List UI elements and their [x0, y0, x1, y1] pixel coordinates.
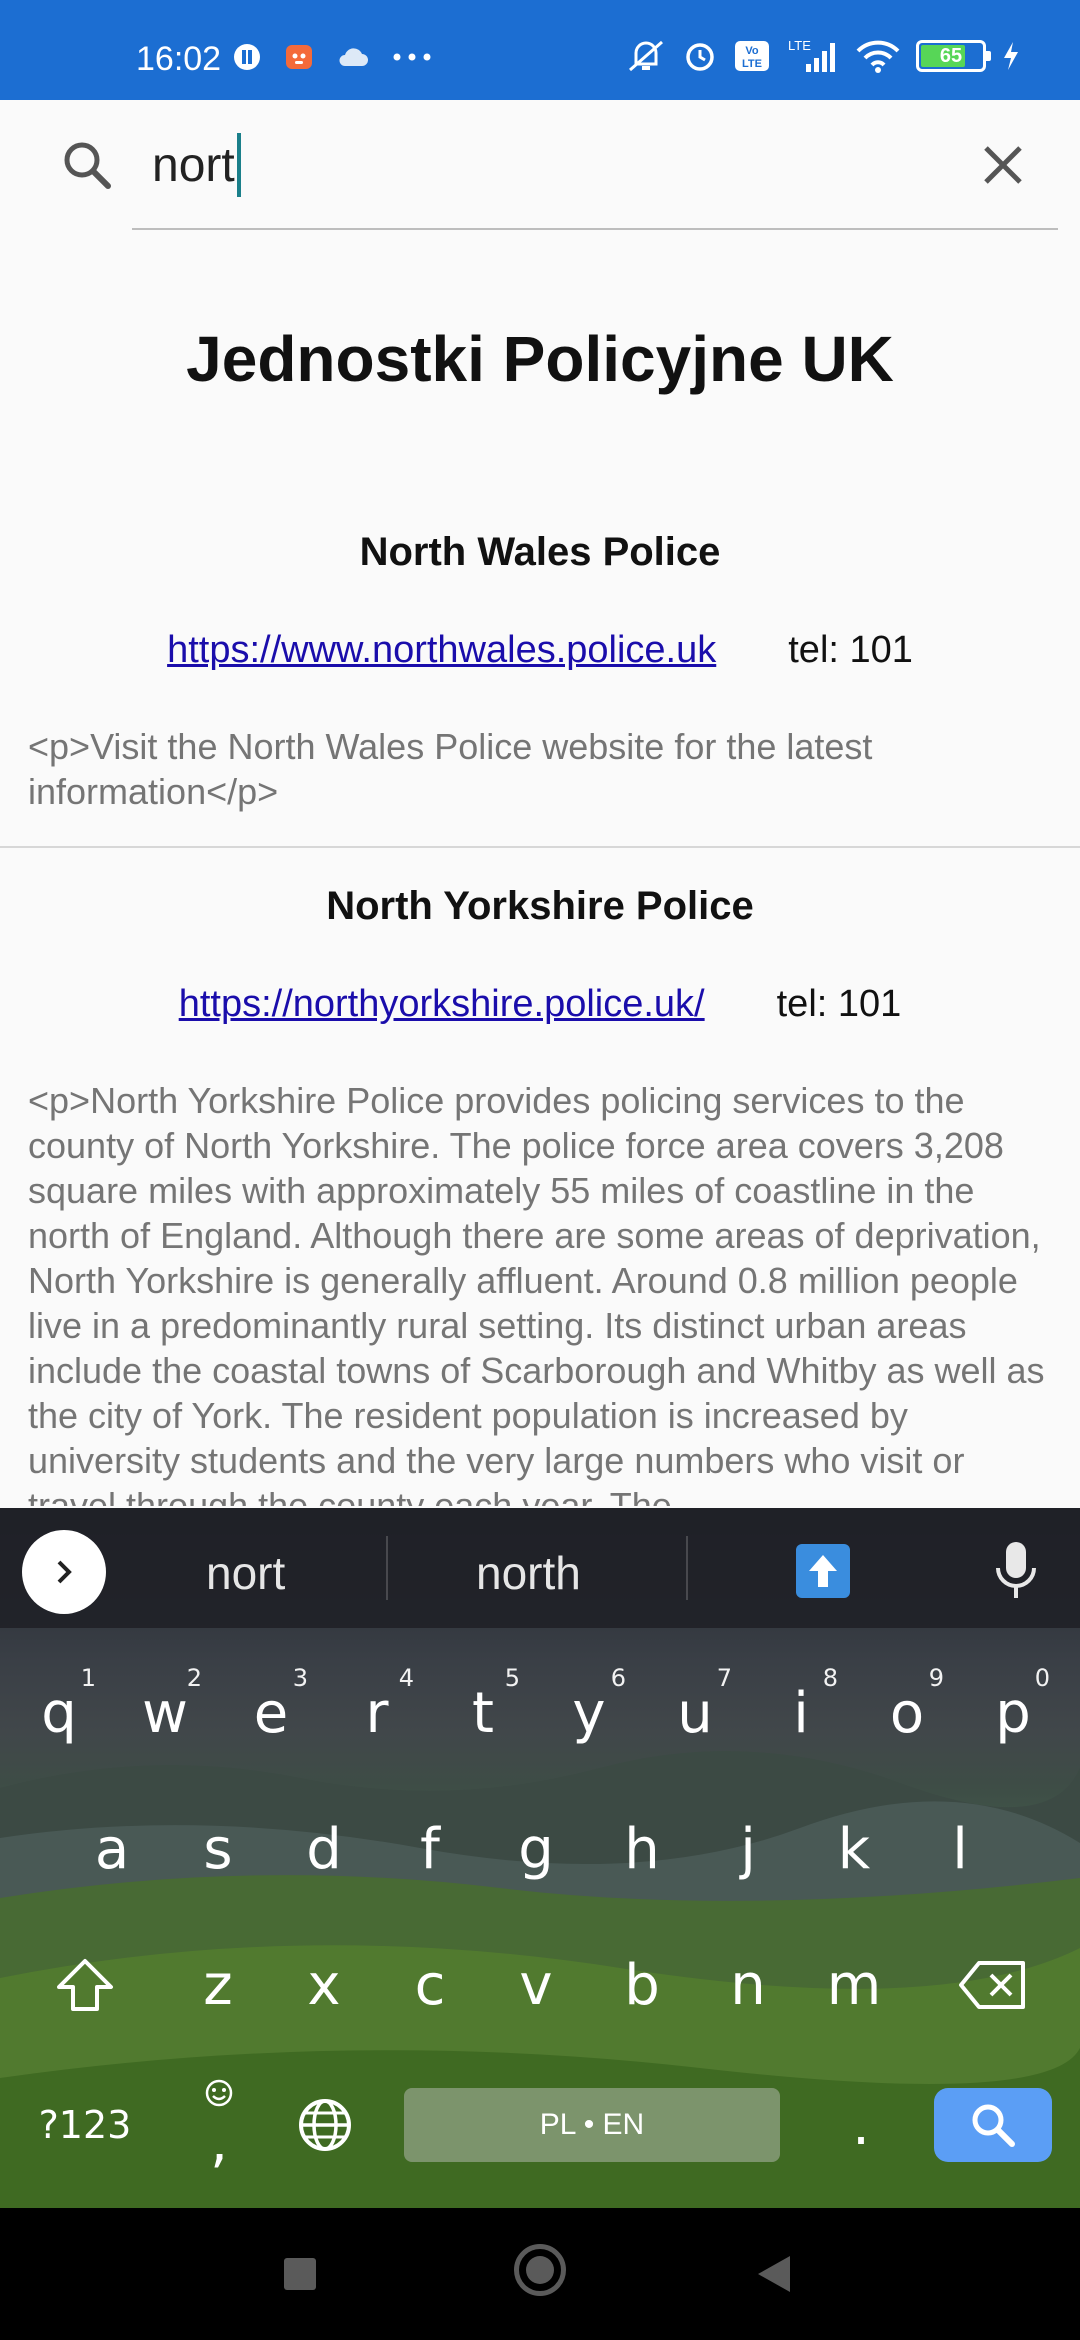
signal-icon: LTE: [786, 38, 840, 74]
key-e[interactable]: e3: [226, 1658, 316, 1768]
status-time: 16:02: [136, 40, 222, 78]
status-bar: 16:02 Vo LTE LTE 65: [0, 0, 1080, 100]
key-w[interactable]: w2: [120, 1658, 210, 1768]
volte-icon: Vo LTE: [734, 40, 770, 72]
key-s[interactable]: s: [173, 1794, 263, 1904]
police-entry-north-yorkshire: North Yorkshire Police https://northyork…: [0, 884, 1080, 1506]
key-t[interactable]: t5: [438, 1658, 528, 1768]
chevron-right-icon: [57, 1560, 72, 1584]
key-q[interactable]: q1: [14, 1658, 104, 1768]
more-notifications-icon: [392, 52, 432, 62]
keyboard-search-key[interactable]: [934, 2088, 1052, 2162]
status-left-icons: [232, 42, 432, 72]
space-key[interactable]: PL • EN: [404, 2088, 780, 2162]
network-label: LTE: [788, 38, 811, 53]
close-icon[interactable]: [976, 138, 1030, 192]
key-r[interactable]: r4: [332, 1658, 422, 1768]
key-j[interactable]: j: [703, 1794, 793, 1904]
search-bar: nort: [0, 100, 1080, 240]
key-u[interactable]: u7: [650, 1658, 740, 1768]
search-icon: [972, 2104, 1015, 2147]
key-m[interactable]: m: [809, 1930, 899, 2040]
period-key[interactable]: .: [816, 2070, 906, 2180]
fox-app-icon: [284, 42, 314, 72]
navigation-bar: [0, 2208, 1080, 2340]
alarm-icon: [682, 38, 718, 74]
search-underline: [132, 228, 1058, 230]
key-n[interactable]: n: [703, 1930, 793, 2040]
status-right-icons: Vo LTE LTE 65: [626, 38, 1020, 74]
charging-icon: [1002, 41, 1020, 71]
symbols-key[interactable]: ?123: [30, 2070, 140, 2180]
search-input[interactable]: nort: [152, 130, 952, 200]
suggestion-separator: [386, 1536, 388, 1600]
entry-description: <p>North Yorkshire Police provides polic…: [28, 1080, 1045, 1506]
soft-keyboard: nort north q1 w2 e3 r4 t5 y6 u7 i8 o9 p0…: [0, 1508, 1080, 2208]
key-c[interactable]: c: [385, 1930, 475, 2040]
search-icon: [64, 142, 111, 189]
mute-icon: [626, 38, 666, 74]
suggestion-2[interactable]: north: [476, 1546, 581, 1600]
key-a[interactable]: a: [67, 1794, 157, 1904]
key-b[interactable]: b: [597, 1930, 687, 2040]
entry-phone: tel: 101: [776, 983, 902, 1025]
pause-app-icon: [232, 42, 262, 72]
key-v[interactable]: v: [491, 1930, 581, 2040]
shift-key[interactable]: [40, 1930, 130, 2040]
up-arrow-emoji-suggestion[interactable]: [796, 1544, 850, 1598]
globe-icon: [299, 2099, 351, 2151]
key-y[interactable]: y6: [544, 1658, 634, 1768]
text-cursor: [236, 133, 241, 197]
back-button[interactable]: [758, 2256, 790, 2292]
entry-divider: [0, 846, 1080, 848]
entry-name: North Wales Police: [359, 530, 721, 574]
backspace-icon: [959, 1961, 1025, 2009]
toolbar-expand-button[interactable]: [22, 1530, 106, 1614]
battery-indicator: 65: [916, 40, 991, 72]
key-d[interactable]: d: [279, 1794, 369, 1904]
entry-links-row: https://www.northwales.police.uk tel: 10…: [0, 629, 1080, 672]
key-l[interactable]: l: [915, 1794, 1005, 1904]
key-h[interactable]: h: [597, 1794, 687, 1904]
key-f[interactable]: f: [385, 1794, 475, 1904]
key-p[interactable]: p0: [968, 1658, 1058, 1768]
search-input-value: nort: [152, 138, 235, 192]
recents-button[interactable]: [284, 2258, 316, 2290]
cloud-icon: [336, 45, 370, 69]
key-x[interactable]: x: [279, 1930, 369, 2040]
suggestion-1[interactable]: nort: [206, 1546, 285, 1600]
backspace-key[interactable]: [948, 1930, 1038, 2040]
page-title: Jednostki Policyjne UK: [186, 323, 894, 395]
key-k[interactable]: k: [809, 1794, 899, 1904]
key-g[interactable]: g: [491, 1794, 581, 1904]
suggestion-strip: nort north: [0, 1508, 1080, 1628]
home-button[interactable]: [514, 2244, 566, 2296]
key-o[interactable]: o9: [862, 1658, 952, 1768]
svg-text:LTE: LTE: [742, 58, 762, 70]
entry-name: North Yorkshire Police: [326, 884, 754, 928]
entry-phone: tel: 101: [788, 629, 913, 671]
shift-icon: [57, 1959, 113, 2011]
entry-description: <p>Visit the North Wales Police website …: [28, 726, 873, 812]
key-z[interactable]: z: [173, 1930, 263, 2040]
comma-emoji-key[interactable]: ,: [174, 2070, 264, 2180]
entry-website-link[interactable]: https://northyorkshire.police.uk/: [179, 983, 705, 1026]
up-arrow-icon: [809, 1555, 837, 1587]
svg-text:Vo: Vo: [745, 45, 759, 57]
entry-links-row: https://northyorkshire.police.uk/ tel: 1…: [0, 983, 1080, 1026]
entry-website-link[interactable]: https://www.northwales.police.uk: [167, 629, 716, 672]
wifi-icon: [856, 39, 900, 73]
key-i[interactable]: i8: [756, 1658, 846, 1768]
battery-level: 65: [939, 44, 963, 67]
suggestion-separator: [686, 1536, 688, 1600]
police-entry-north-wales: North Wales Police https://www.northwale…: [0, 530, 1080, 814]
language-key[interactable]: [280, 2070, 370, 2180]
emoji-icon: [205, 2079, 233, 2107]
microphone-icon[interactable]: [992, 1540, 1040, 1602]
comma-label: ,: [210, 2109, 228, 2175]
